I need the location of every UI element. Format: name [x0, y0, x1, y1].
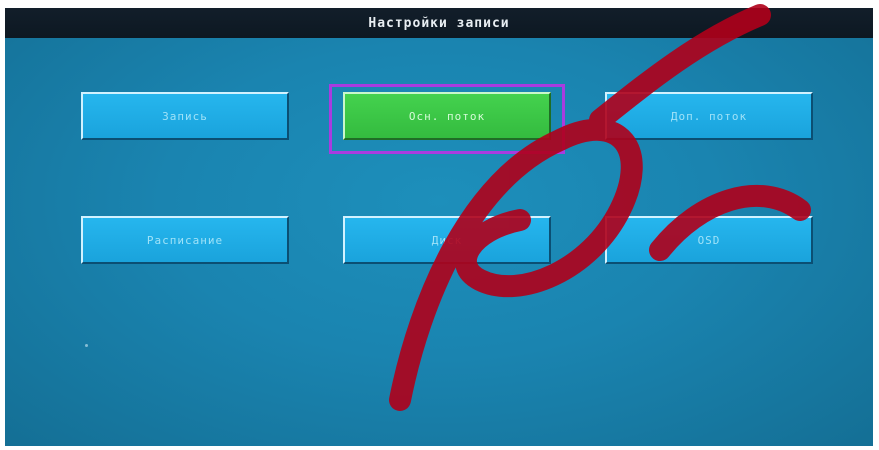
record-button-label: Запись [162, 109, 208, 123]
window-title-text: Настройки записи [368, 15, 510, 31]
osd-button[interactable]: OSD [605, 216, 813, 264]
menu-area: Запись Осн. поток Доп. поток Расписание … [5, 38, 873, 446]
main-stream-button-label: Осн. поток [408, 109, 486, 123]
osd-button-label: OSD [697, 233, 721, 247]
record-button[interactable]: Запись [81, 92, 289, 140]
window-title: Настройки записи [5, 8, 873, 38]
schedule-button[interactable]: Расписание [81, 216, 289, 264]
disk-button[interactable]: Диск [343, 216, 551, 264]
sub-stream-button-label: Доп. поток [670, 109, 748, 123]
disk-button-label: Диск [431, 233, 463, 247]
dvr-screen: Настройки записи Запись Осн. поток Доп. … [5, 8, 873, 446]
main-stream-button[interactable]: Осн. поток [343, 92, 551, 140]
screen-speck [85, 344, 88, 347]
schedule-button-label: Расписание [146, 233, 224, 247]
sub-stream-button[interactable]: Доп. поток [605, 92, 813, 140]
